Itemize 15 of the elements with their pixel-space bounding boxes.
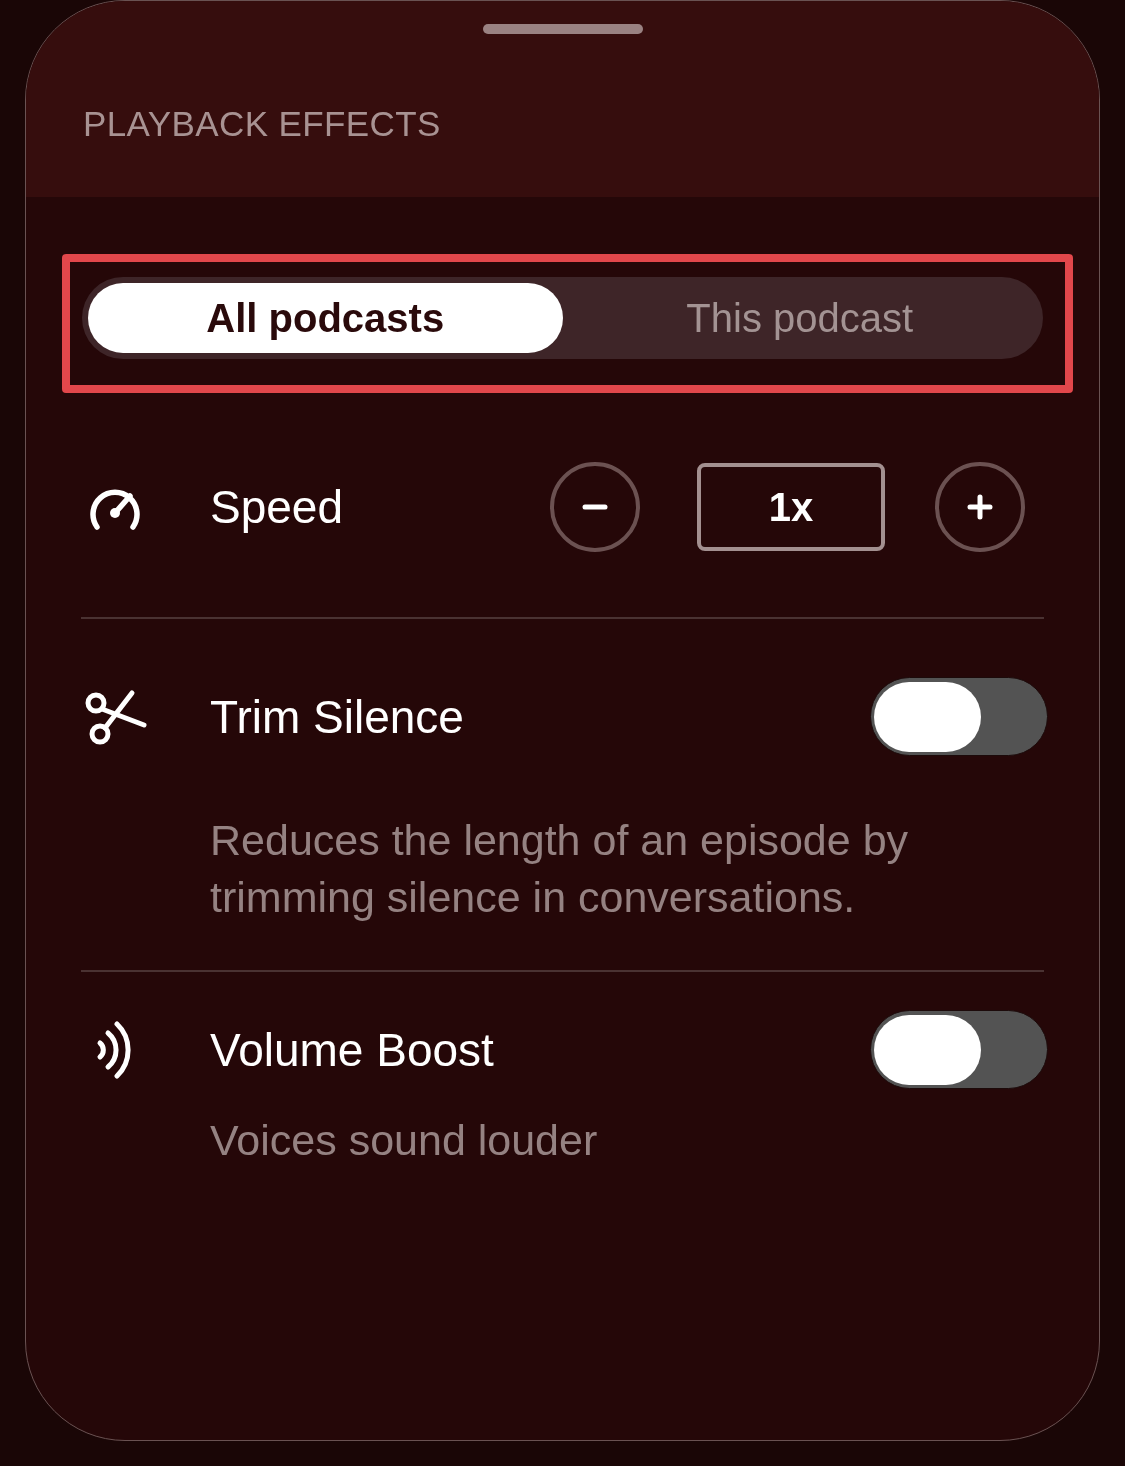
minus-icon (582, 504, 608, 510)
speed-value-field: 1x (697, 463, 885, 551)
setting-label: Trim Silence (210, 689, 465, 745)
drag-handle[interactable] (482, 24, 643, 34)
setting-label: Volume Boost (210, 1022, 495, 1078)
sheet-title: PLAYBACK EFFECTS (83, 103, 441, 145)
decrease-button[interactable] (550, 462, 640, 552)
plus-icon (967, 494, 993, 520)
setting-description: Reduces the length of an episode by trimming silence in conversations. (210, 815, 910, 923)
setting-label: Speed (210, 480, 344, 535)
increase-button[interactable] (935, 462, 1025, 552)
scissors-icon (85, 688, 147, 745)
scope-tab[interactable]: This podcast (562, 283, 1037, 353)
scope-tab[interactable]: All podcasts (88, 283, 563, 353)
setting-description: Voices sound louder (210, 1115, 599, 1166)
